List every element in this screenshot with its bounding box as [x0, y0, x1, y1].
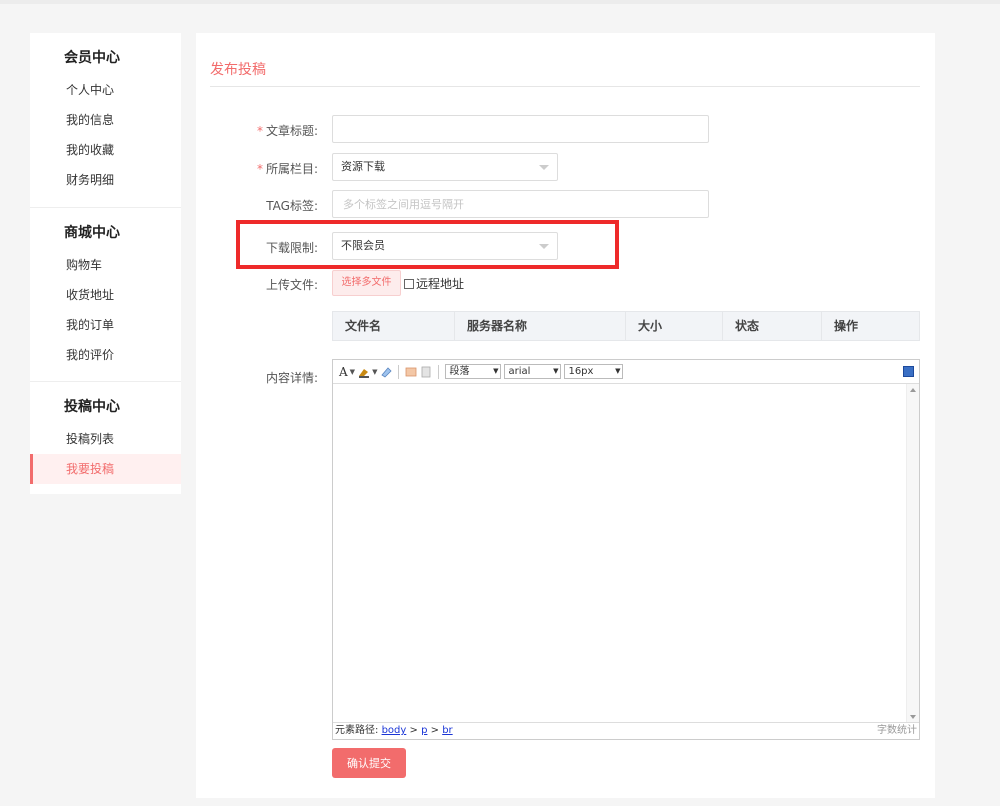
- sidebar-item-my-info[interactable]: 我的信息: [30, 105, 181, 135]
- chevron-down-icon: ▼: [493, 367, 499, 375]
- chevron-down-icon: ▼: [349, 367, 356, 376]
- column-select-value: 资源下载: [341, 160, 385, 173]
- chevron-down-icon: [539, 165, 549, 170]
- font-color-icon: A: [339, 364, 348, 379]
- chevron-down-icon: ▼: [553, 367, 559, 375]
- word-count: 字数统计: [877, 725, 917, 736]
- title-divider: [210, 86, 920, 87]
- attachment-icon: [422, 366, 431, 377]
- sidebar-group-member: 会员中心 个人中心 我的信息 我的收藏 财务明细: [30, 33, 181, 207]
- remote-address-checkbox[interactable]: [404, 278, 414, 289]
- sidebar-group-title: 会员中心: [64, 50, 120, 66]
- remote-address-label: 远程地址: [416, 277, 465, 291]
- sidebar-group-title: 投稿中心: [64, 399, 120, 415]
- sidebar-item-address[interactable]: 收货地址: [30, 280, 181, 310]
- column-header: 大小: [626, 312, 723, 340]
- upload-label: 上传文件:: [265, 278, 318, 292]
- tag-label: TAG标签:: [266, 199, 318, 213]
- content-label: 内容详情:: [265, 371, 318, 385]
- attachment-button[interactable]: [420, 366, 432, 378]
- rich-text-editor: A ▼ ▼ 段落 ▼ arial ▼ 16px ▼ 元素路径: body > p > b…: [332, 359, 920, 740]
- highlight-button[interactable]: ▼: [358, 366, 377, 378]
- sidebar: 会员中心 个人中心 我的信息 我的收藏 财务明细 商城中心 购物车 收货地址 我…: [30, 33, 181, 494]
- column-header: 操作: [834, 319, 859, 333]
- image-icon: [406, 367, 417, 376]
- font-size-dropdown[interactable]: 16px ▼: [564, 364, 624, 379]
- eraser-button[interactable]: [380, 366, 393, 378]
- file-table-header: 文件名 服务器名称 大小 状态 操作: [332, 311, 920, 341]
- editor-scrollbar[interactable]: [906, 384, 919, 723]
- font-family-dropdown[interactable]: arial ▼: [504, 364, 562, 379]
- editor-toolbar: A ▼ ▼ 段落 ▼ arial ▼ 16px ▼: [333, 360, 919, 384]
- editor-statusbar: 元素路径: body > p > br 字数统计: [333, 722, 919, 739]
- font-family-value: arial: [508, 366, 531, 377]
- element-path-label: 元素路径:: [335, 725, 379, 736]
- sidebar-item-finance[interactable]: 财务明细: [30, 165, 181, 195]
- select-files-button[interactable]: 选择多文件: [332, 270, 401, 296]
- sidebar-item-reviews[interactable]: 我的评价: [30, 340, 181, 370]
- scroll-down-icon[interactable]: [910, 715, 916, 719]
- path-link-br[interactable]: br: [442, 725, 452, 736]
- sidebar-group-submission: 投稿中心 投稿列表 我要投稿: [30, 381, 181, 484]
- sidebar-group-shop: 商城中心 购物车 收货地址 我的订单 我的评价: [30, 207, 181, 381]
- paragraph-dropdown[interactable]: 段落 ▼: [445, 364, 502, 379]
- title-input[interactable]: [332, 115, 709, 143]
- path-separator: >: [409, 725, 418, 736]
- path-link-p[interactable]: p: [421, 725, 427, 736]
- chevron-down-icon: ▼: [615, 367, 621, 375]
- image-button[interactable]: [405, 366, 417, 378]
- column-label: * 所属栏目:: [256, 162, 318, 176]
- font-color-button[interactable]: A ▼: [339, 365, 355, 379]
- top-bar: [0, 0, 1000, 4]
- font-size-value: 16px: [568, 366, 594, 377]
- sidebar-item-submission-list[interactable]: 投稿列表: [30, 424, 181, 454]
- sidebar-item-favorites[interactable]: 我的收藏: [30, 135, 181, 165]
- path-separator: >: [430, 725, 439, 736]
- highlighter-icon: [359, 368, 370, 378]
- page-title: 发布投稿: [210, 62, 266, 78]
- remote-address-option[interactable]: 远程地址: [404, 275, 464, 292]
- column-header: 状态: [723, 312, 822, 340]
- required-mark: *: [256, 124, 263, 138]
- sidebar-group-title: 商城中心: [64, 225, 120, 241]
- sidebar-item-orders[interactable]: 我的订单: [30, 310, 181, 340]
- column-header: 服务器名称: [455, 312, 626, 340]
- required-mark: *: [256, 162, 263, 176]
- eraser-icon: [381, 366, 393, 378]
- highlight-annotation: [236, 220, 619, 269]
- sidebar-item-cart[interactable]: 购物车: [30, 250, 181, 280]
- path-link-body[interactable]: body: [382, 725, 407, 736]
- scroll-up-icon[interactable]: [910, 388, 916, 392]
- sidebar-item-new-submission[interactable]: 我要投稿: [30, 454, 181, 484]
- title-label: * 文章标题:: [256, 124, 318, 138]
- tag-input[interactable]: [332, 190, 709, 218]
- submit-button[interactable]: 确认提交: [332, 748, 406, 778]
- chevron-down-icon: ▼: [372, 367, 378, 376]
- editor-content-area[interactable]: [333, 384, 919, 723]
- column-header: 文件名: [333, 312, 455, 340]
- fullscreen-icon[interactable]: [903, 366, 914, 377]
- paragraph-value: 段落: [449, 366, 470, 377]
- toolbar-separator: [438, 364, 440, 379]
- sidebar-item-profile[interactable]: 个人中心: [30, 75, 181, 105]
- toolbar-separator: [398, 364, 400, 379]
- column-select[interactable]: 资源下载: [332, 153, 558, 181]
